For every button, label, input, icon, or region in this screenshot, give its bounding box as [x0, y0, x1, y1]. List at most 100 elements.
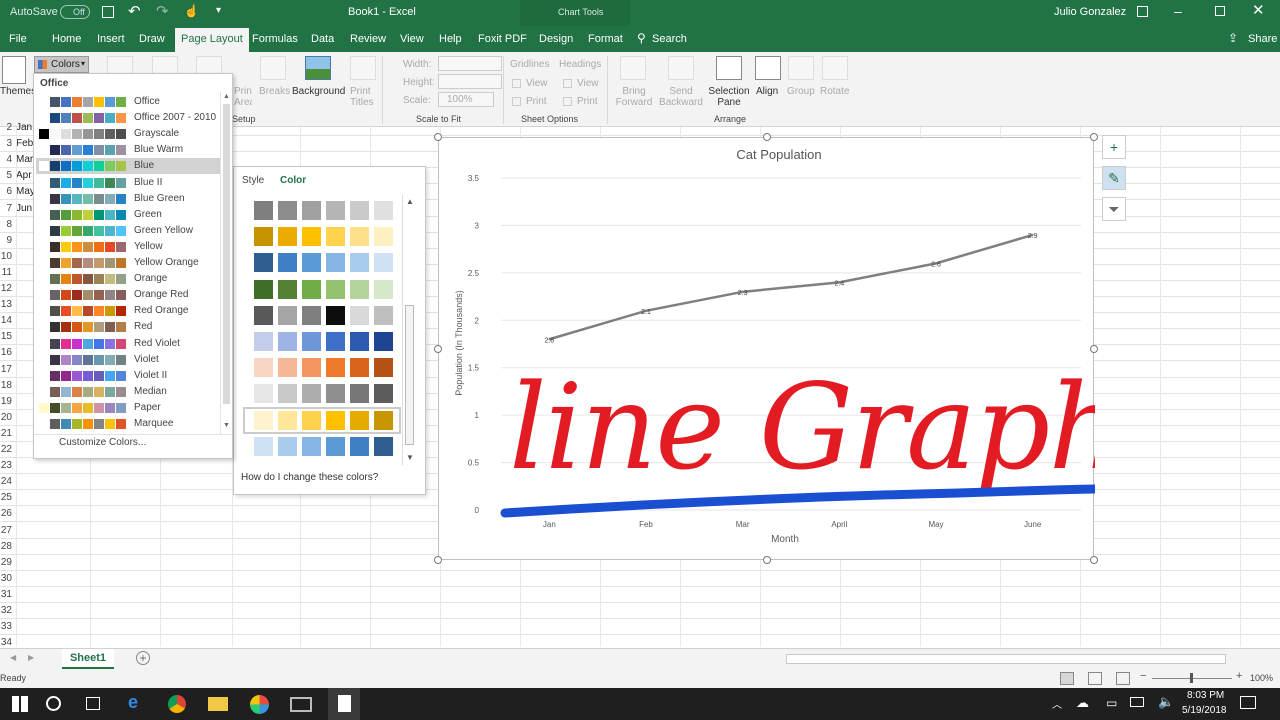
row-header[interactable]: 18	[0, 378, 14, 394]
resize-handle[interactable]	[434, 133, 442, 141]
row-header[interactable]: 32	[0, 603, 14, 619]
chart-color-swatch[interactable]	[350, 201, 369, 220]
group-icon[interactable]	[788, 56, 814, 80]
send-backward-label[interactable]: Send Backward	[656, 86, 706, 108]
resize-handle[interactable]	[434, 345, 442, 353]
tab-foxit-pdf[interactable]: Foxit PDF	[478, 33, 527, 45]
touch-mode-icon[interactable]: ☝	[184, 4, 199, 18]
chart-area[interactable]: Cat Population Month Population (In Thou…	[434, 133, 1229, 564]
tab-format[interactable]: Format	[588, 33, 623, 45]
headings-print-checkbox[interactable]	[563, 97, 572, 106]
chart-color-swatch[interactable]	[302, 384, 321, 404]
share-icon[interactable]: ⇪	[1228, 31, 1238, 45]
row-header[interactable]: 14	[0, 313, 14, 329]
color-scheme-item[interactable]: Green Yellow	[36, 223, 220, 239]
chart-color-swatch[interactable]	[326, 332, 345, 351]
row-header[interactable]: 7	[0, 201, 14, 217]
notepad-icon[interactable]	[338, 695, 351, 712]
row-header[interactable]: 11	[0, 265, 14, 281]
color-scheme-item[interactable]: Blue II	[36, 175, 220, 191]
chart-color-swatch[interactable]	[326, 201, 345, 220]
horizontal-scrollbar[interactable]	[786, 654, 1226, 664]
row-header[interactable]: 23	[0, 458, 14, 474]
row-header[interactable]: 20	[0, 410, 14, 426]
row-header[interactable]: 31	[0, 587, 14, 603]
chart-color-swatch[interactable]	[302, 305, 321, 325]
tab-style[interactable]: Style	[242, 175, 264, 186]
chart-color-swatch[interactable]	[374, 332, 393, 351]
battery-icon[interactable]: ▭	[1106, 696, 1117, 710]
resize-handle[interactable]	[763, 556, 771, 564]
row-header[interactable]: 4	[0, 152, 14, 168]
chart-color-swatch[interactable]	[254, 358, 273, 378]
clock-date[interactable]: 5/19/2018	[1182, 705, 1227, 716]
color-scheme-item[interactable]: Red Violet	[36, 336, 220, 352]
chart-color-swatch[interactable]	[254, 332, 273, 351]
print-area-label[interactable]: Print Area	[234, 86, 252, 108]
color-scheme-item[interactable]: Red	[36, 319, 220, 335]
onedrive-icon[interactable]: ☁	[1076, 695, 1089, 711]
row-header[interactable]: 13	[0, 297, 14, 313]
color-scheme-item[interactable]: Green	[36, 207, 220, 223]
chart-color-swatch[interactable]	[254, 279, 273, 299]
row-header[interactable]: 12	[0, 281, 14, 297]
chart-color-swatch[interactable]	[254, 201, 273, 220]
height-select[interactable]	[438, 74, 502, 89]
chart-filter-icon[interactable]: ⏷	[1102, 197, 1126, 221]
chart-color-swatch[interactable]	[254, 384, 273, 404]
print-titles-label[interactable]: Print Titles	[350, 86, 378, 108]
chart-color-swatch[interactable]	[326, 358, 345, 378]
search-box[interactable]: Search	[652, 33, 687, 45]
row-header[interactable]: 9	[0, 233, 14, 249]
tab-data[interactable]: Data	[311, 33, 334, 45]
row-header[interactable]: 8	[0, 217, 14, 233]
row-header[interactable]: 22	[0, 442, 14, 458]
row-header[interactable]: 3	[0, 136, 14, 152]
chart-color-swatch[interactable]	[278, 436, 297, 456]
undo-icon[interactable]: ↶	[128, 2, 141, 20]
tab-view[interactable]: View	[400, 33, 424, 45]
tab-file[interactable]: File	[9, 33, 27, 45]
scroll-down-icon[interactable]: ▼	[406, 453, 414, 462]
color-scheme-item[interactable]: Blue	[36, 158, 220, 175]
minimize-icon[interactable]: –	[1174, 3, 1182, 19]
help-link[interactable]: How do I change these colors?	[241, 472, 378, 483]
tab-page-layout[interactable]: Page Layout	[175, 28, 249, 52]
next-sheet-icon[interactable]: ▶	[28, 653, 34, 662]
cell[interactable]: Jun	[16, 201, 32, 217]
breaks-icon[interactable]	[260, 56, 286, 80]
normal-view-icon[interactable]	[1060, 672, 1074, 685]
chart-color-swatch[interactable]	[278, 227, 297, 247]
x-axis-title[interactable]: Month	[771, 534, 799, 545]
chart-color-swatch[interactable]	[350, 358, 369, 378]
color-scheme-item[interactable]: Marquee	[36, 416, 220, 432]
chart-color-swatch[interactable]	[302, 279, 321, 299]
color-scheme-item[interactable]: Yellow Orange	[36, 255, 220, 271]
row-header[interactable]: 29	[0, 555, 14, 571]
save-icon[interactable]	[102, 6, 114, 18]
chart-color-swatch[interactable]	[326, 227, 345, 247]
tab-design[interactable]: Design	[539, 33, 573, 45]
cell[interactable]: Jan	[16, 120, 32, 136]
chart-color-swatch[interactable]	[278, 305, 297, 325]
volume-icon[interactable]: 🔈	[1158, 694, 1174, 710]
send-backward-icon[interactable]	[668, 56, 694, 80]
row-header[interactable]: 27	[0, 523, 14, 539]
tray-chevron-icon[interactable]: ︿	[1052, 696, 1062, 711]
scrollbar[interactable]: ▲ ▼	[220, 92, 232, 434]
chart-color-swatch[interactable]	[278, 332, 297, 351]
row-header[interactable]: 15	[0, 329, 14, 345]
tab-draw[interactable]: Draw	[139, 33, 165, 45]
background-icon[interactable]	[305, 56, 331, 80]
chart-color-swatch[interactable]	[374, 358, 393, 378]
zoom-level[interactable]: 100%	[1250, 673, 1273, 683]
prev-sheet-icon[interactable]: ◀	[10, 653, 16, 662]
ribbon-display-icon[interactable]	[1137, 6, 1148, 17]
task-view-icon[interactable]	[86, 697, 100, 710]
chart-color-swatch[interactable]	[374, 279, 393, 299]
chart-color-swatch[interactable]	[278, 201, 297, 220]
width-select[interactable]	[438, 56, 502, 71]
chart-color-swatch[interactable]	[326, 305, 345, 325]
color-scheme-item[interactable]: Violet	[36, 352, 220, 368]
row-header[interactable]: 19	[0, 394, 14, 410]
